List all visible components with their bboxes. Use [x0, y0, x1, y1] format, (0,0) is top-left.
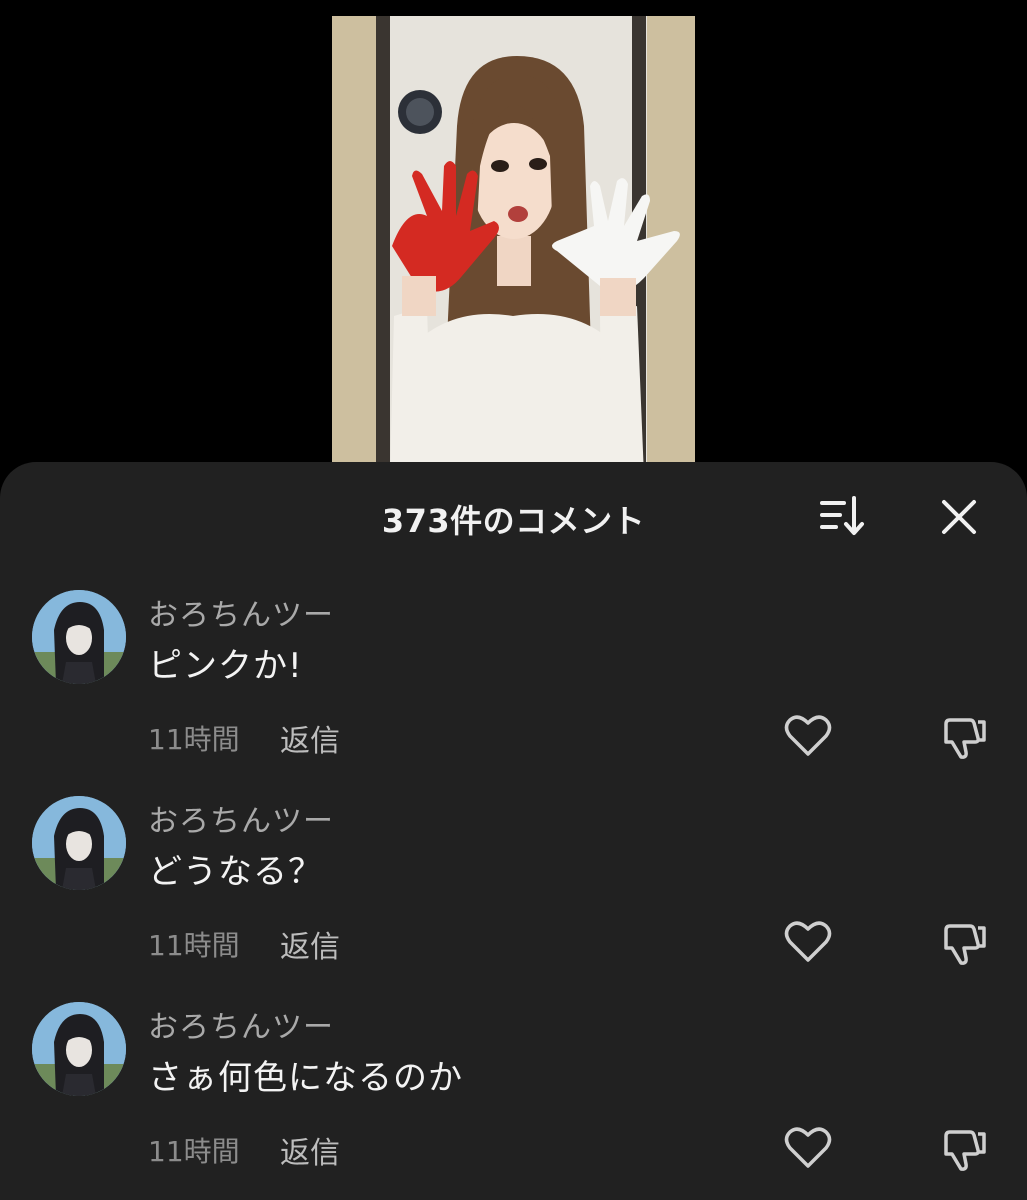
sort-icon	[820, 496, 864, 535]
video-frame-image	[332, 16, 695, 476]
comments-list: おろちんツー ピンクか! 11時間 返信 おろちんツー どうなる？ 11時間 返…	[0, 570, 1027, 1188]
heart-icon	[784, 715, 832, 756]
comment-item: おろちんツー どうなる？ 11時間 返信	[0, 776, 1027, 982]
app-screen: 373件のコメント おろちんツー ピンクか! 11時間 返信 おろちんツー どう…	[0, 0, 1027, 1200]
comments-header: 373件のコメント	[0, 462, 1027, 570]
comment-text: さぁ何色になるのか	[148, 1058, 463, 1098]
thumbs-down-icon	[944, 924, 986, 965]
reply-button[interactable]: 返信	[280, 1128, 340, 1172]
dislike-button[interactable]	[940, 920, 988, 968]
close-button[interactable]	[936, 494, 982, 540]
comment-text: ピンクか!	[148, 646, 303, 686]
dislike-button[interactable]	[940, 1126, 988, 1174]
heart-icon	[784, 921, 832, 962]
comment-item: おろちんツー さぁ何色になるのか 11時間 返信	[0, 982, 1027, 1188]
comment-author[interactable]: おろちんツー	[148, 796, 334, 840]
avatar[interactable]	[32, 590, 126, 684]
comment-item: おろちんツー ピンクか! 11時間 返信	[0, 570, 1027, 776]
comment-timestamp: 11時間	[148, 1135, 240, 1168]
like-button[interactable]	[784, 1126, 832, 1170]
comment-author[interactable]: おろちんツー	[148, 1002, 334, 1046]
avatar[interactable]	[32, 1002, 126, 1096]
thumbs-down-icon	[944, 1130, 986, 1171]
comment-author[interactable]: おろちんツー	[148, 590, 334, 634]
avatar-image	[32, 796, 126, 890]
close-icon	[942, 500, 976, 534]
sort-button[interactable]	[818, 494, 870, 538]
dislike-button[interactable]	[940, 714, 988, 762]
comments-sheet: 373件のコメント おろちんツー ピンクか! 11時間 返信 おろちんツー どう…	[0, 462, 1027, 1200]
avatar-image	[32, 1002, 126, 1096]
reply-button[interactable]: 返信	[280, 922, 340, 966]
reply-button[interactable]: 返信	[280, 716, 340, 760]
comments-count-title: 373件のコメント	[381, 502, 646, 540]
like-button[interactable]	[784, 920, 832, 964]
video-player[interactable]	[332, 16, 695, 476]
thumbs-down-icon	[944, 718, 986, 759]
comment-timestamp: 11時間	[148, 929, 240, 962]
like-button[interactable]	[784, 714, 832, 758]
avatar-image	[32, 590, 126, 684]
avatar[interactable]	[32, 796, 126, 890]
comment-text: どうなる？	[148, 852, 323, 892]
heart-icon	[784, 1127, 832, 1168]
comment-timestamp: 11時間	[148, 723, 240, 756]
